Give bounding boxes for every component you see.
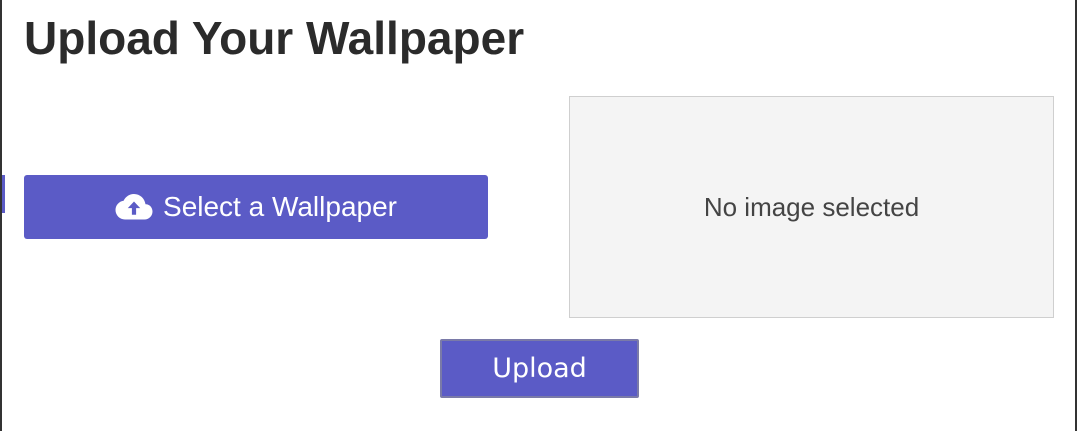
cloud-upload-icon bbox=[115, 192, 153, 222]
accent-edge bbox=[2, 175, 5, 213]
upload-button[interactable]: Upload bbox=[440, 339, 639, 398]
page-frame: Upload Your Wallpaper Select a Wallpaper… bbox=[0, 0, 1077, 431]
page-title: Upload Your Wallpaper bbox=[24, 12, 525, 64]
select-wallpaper-label: Select a Wallpaper bbox=[163, 191, 397, 222]
select-wallpaper-button[interactable]: Select a Wallpaper bbox=[24, 175, 488, 239]
image-preview: No image selected bbox=[569, 96, 1054, 318]
preview-empty-text: No image selected bbox=[703, 191, 920, 222]
